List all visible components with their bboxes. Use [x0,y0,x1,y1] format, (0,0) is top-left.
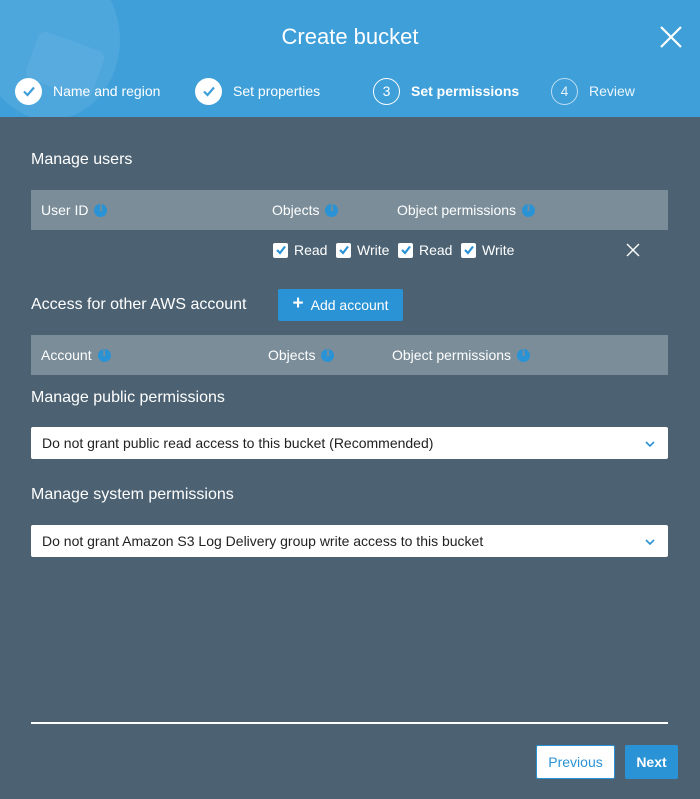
dialog-title: Create bucket [281,24,419,49]
column-label: Objects [272,202,320,218]
checkbox-label: Write [357,242,390,258]
public-permissions-select[interactable]: Do not grant public read access to this … [31,427,668,459]
info-icon[interactable] [517,348,531,362]
step-label: Review [589,83,635,99]
step-label: Set properties [233,83,321,99]
user-permission-row: Read Write Read Write [0,240,700,260]
checkbox-checked-icon [461,242,476,258]
column-objects: Objects [272,190,339,230]
checkbox-checked-icon [398,242,413,258]
column-object-permissions: Object permissions [397,190,536,230]
step-set-properties[interactable]: Set properties [195,76,320,106]
info-icon[interactable] [321,348,335,362]
step-review[interactable]: 4 Review [551,76,635,106]
checkmark-icon [15,77,42,105]
remove-row-icon[interactable] [625,242,641,258]
accounts-table-header: Account Objects Object permissions [31,335,668,375]
plus-icon: + [292,293,304,314]
checkbox-label: Read [419,242,453,258]
info-icon[interactable] [325,203,339,217]
info-icon[interactable] [522,203,536,217]
public-permissions-title: Manage public permissions [31,389,225,406]
manage-users-title: Manage users [31,151,133,168]
system-permissions-select[interactable]: Do not grant Amazon S3 Log Delivery grou… [31,525,668,557]
next-button[interactable]: Next [625,745,678,779]
system-permissions-title: Manage system permissions [31,486,234,503]
users-table-header: User ID Objects Object permissions [31,190,668,230]
chevron-down-icon [644,437,656,449]
step-label: Set permissions [411,83,520,99]
checkbox-checked-icon [336,242,351,258]
column-account: Account [41,335,111,375]
checkbox-checked-icon [273,242,288,258]
column-label: Objects [268,347,316,363]
select-value: Do not grant Amazon S3 Log Delivery grou… [42,533,484,549]
permissions-write-checkbox[interactable]: Write [461,240,514,260]
close-icon[interactable] [658,24,684,50]
column-label: Object permissions [397,202,517,218]
chevron-down-icon [644,535,656,547]
column-label: Object permissions [392,347,512,363]
step-label: Name and region [53,83,161,99]
checkbox-label: Read [294,242,328,258]
add-account-button[interactable]: + Add account [278,289,403,321]
step-number: 4 [551,77,578,105]
step-name-and-region[interactable]: Name and region [15,76,160,106]
column-label: Account [41,347,92,363]
step-set-permissions[interactable]: 3 Set permissions [373,76,519,106]
info-icon[interactable] [97,348,111,362]
info-icon[interactable] [94,203,108,217]
other-accounts-title: Access for other AWS account [31,296,247,313]
column-object-permissions: Object permissions [392,335,531,375]
step-number: 3 [373,77,400,105]
checkmark-icon [195,77,222,105]
column-user-id: User ID [41,190,108,230]
permissions-read-checkbox[interactable]: Read [398,240,452,260]
checkbox-label: Write [482,242,515,258]
wizard-steps: Name and region Set properties 3 Set per… [0,76,700,106]
dialog-header: Create bucket Name and region Set proper… [0,0,700,117]
add-account-label: Add account [310,297,389,313]
column-objects: Objects [268,335,335,375]
objects-write-checkbox[interactable]: Write [336,240,389,260]
objects-read-checkbox[interactable]: Read [273,240,327,260]
column-label: User ID [41,202,89,218]
footer-divider [31,722,668,724]
select-value: Do not grant public read access to this … [42,435,434,451]
previous-button[interactable]: Previous [536,745,615,779]
